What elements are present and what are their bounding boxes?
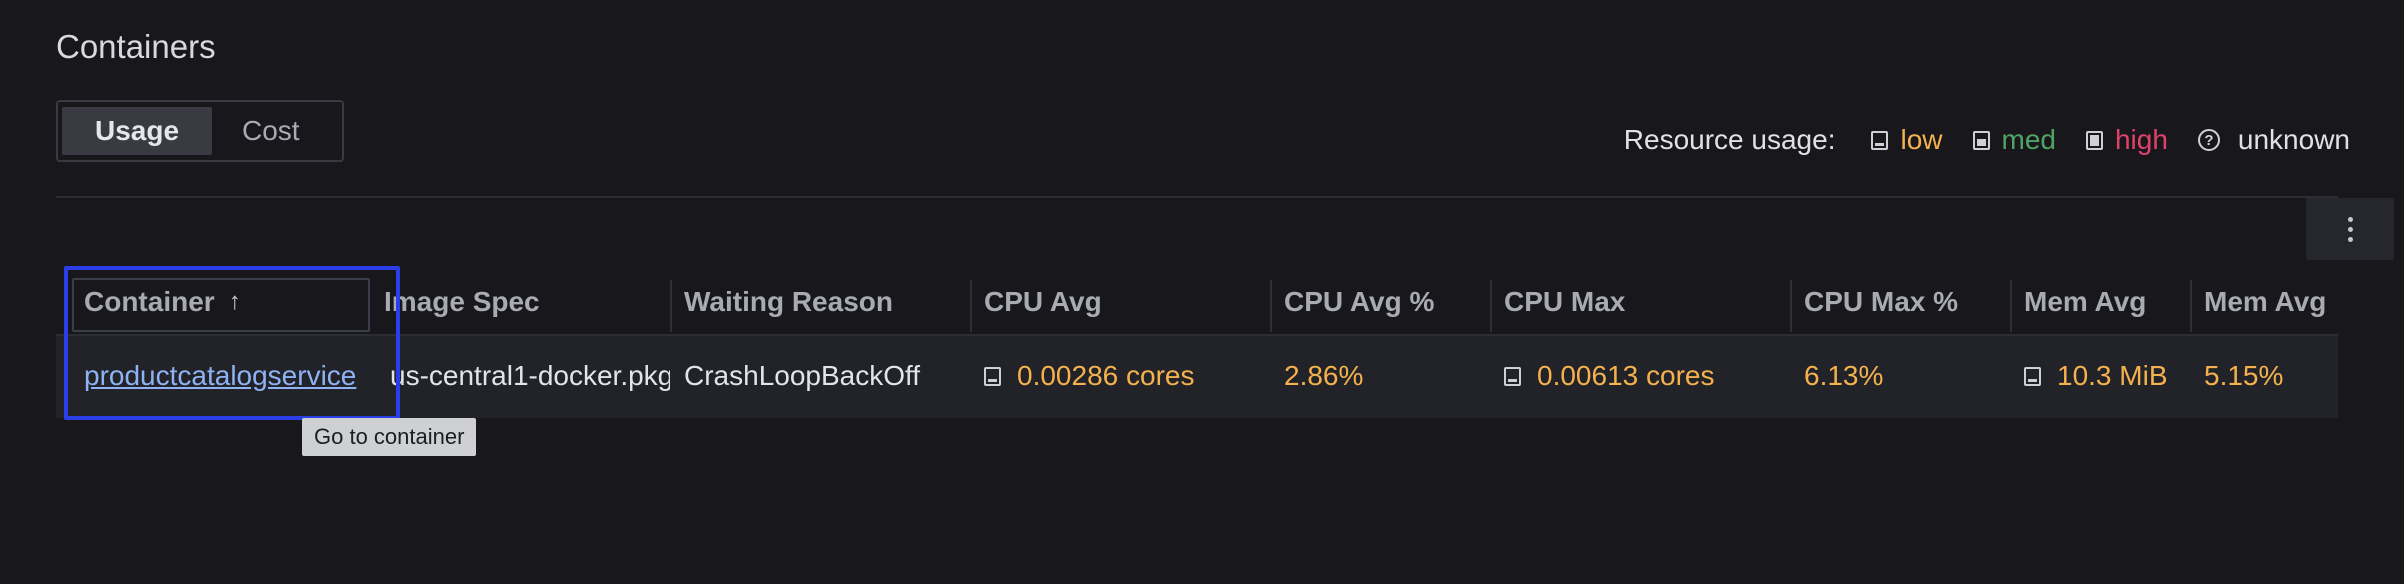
legend-label: Resource usage: (1623, 124, 1836, 155)
column-resize-handle[interactable] (2190, 280, 2192, 332)
table-row: productcatalogservice us-central1-docker… (56, 334, 2338, 418)
table-header: Container ↑ Image Spec Waiting Reason CP… (56, 272, 2338, 332)
legend-item-high: high (2085, 124, 2168, 156)
legend-low-label: low (1900, 124, 1943, 155)
help-circle-icon: ? (2197, 129, 2220, 151)
column-resize-handle[interactable] (1490, 280, 1492, 332)
waiting-reason-value: CrashLoopBackOff (684, 360, 921, 391)
mem-avg-pct-cell: 5.15% (2204, 336, 2338, 416)
column-resize-handle[interactable] (2010, 280, 2012, 332)
cpu-avg-value: 0.00286 cores (1017, 360, 1195, 391)
mem-avg-value: 10.3 MiB (2057, 360, 2168, 391)
usage-low-icon (2024, 366, 2041, 386)
image-spec-value: us-central1-docker.pkg.dev (390, 360, 670, 391)
cpu-max-cell: 0.00613 cores (1504, 336, 1784, 416)
usage-low-icon (984, 366, 1001, 386)
image-spec-cell: us-central1-docker.pkg.dev (390, 336, 670, 416)
legend-med-label: med (2001, 124, 2056, 155)
column-header-container[interactable]: Container ↑ (84, 272, 374, 332)
column-resize-handle[interactable] (670, 280, 672, 332)
legend-unknown-label: unknown (2237, 124, 2350, 155)
resource-usage-legend: Resource usage: low med high ? unknown (1624, 124, 2350, 156)
column-header-image-spec[interactable]: Image Spec (384, 272, 664, 332)
usage-med-icon (1972, 130, 1990, 150)
column-resize-handle[interactable] (970, 280, 972, 332)
container-link[interactable]: productcatalogservice (84, 360, 356, 392)
tooltip: Go to container (302, 418, 477, 456)
tab-cost[interactable]: Cost (212, 107, 330, 155)
cpu-max-pct-value: 6.13% (1804, 360, 1884, 391)
tab-usage[interactable]: Usage (62, 107, 212, 155)
more-vertical-icon (2347, 216, 2353, 242)
containers-panel: Containers Usage Cost Resource usage: lo… (0, 0, 2404, 584)
section-title: Containers (56, 28, 216, 65)
legend-item-unknown: ? unknown (2197, 124, 2350, 156)
view-tabs: Usage Cost (56, 100, 344, 162)
mem-avg-pct-value: 5.15% (2204, 360, 2284, 391)
column-header-mem-avg[interactable]: Mem Avg (2024, 272, 2184, 332)
column-header-cpu-max[interactable]: CPU Max (1504, 272, 1784, 332)
cpu-max-pct-cell: 6.13% (1804, 336, 2004, 416)
containers-table: Container ↑ Image Spec Waiting Reason CP… (56, 272, 2338, 418)
legend-high-label: high (2114, 124, 2168, 155)
cpu-avg-cell: 0.00286 cores (984, 336, 1264, 416)
cpu-avg-pct-cell: 2.86% (1284, 336, 1484, 416)
column-header-cpu-max-pct[interactable]: CPU Max % (1804, 272, 2004, 332)
column-header-cpu-avg-pct[interactable]: CPU Avg % (1284, 272, 1484, 332)
legend-item-low: low (1871, 124, 1943, 156)
waiting-reason-cell: CrashLoopBackOff (684, 336, 964, 416)
legend-item-med: med (1972, 124, 2056, 156)
container-cell: productcatalogservice (84, 336, 388, 416)
cpu-avg-pct-value: 2.86% (1284, 360, 1364, 391)
column-header-mem-avg-pct[interactable]: Mem Avg (2204, 272, 2338, 332)
mem-avg-cell: 10.3 MiB (2024, 336, 2190, 416)
column-header-waiting-reason[interactable]: Waiting Reason (684, 272, 964, 332)
usage-high-icon (2085, 130, 2103, 150)
divider (56, 196, 2338, 198)
table-options-button[interactable] (2306, 198, 2394, 260)
usage-low-icon (1504, 366, 1521, 386)
sort-ascending-icon: ↑ (228, 288, 241, 315)
column-header-cpu-avg[interactable]: CPU Avg (984, 272, 1264, 332)
column-resize-handle[interactable] (1790, 280, 1792, 332)
column-resize-handle[interactable] (1270, 280, 1272, 332)
cpu-max-value: 0.00613 cores (1537, 360, 1715, 391)
usage-low-icon (1871, 130, 1889, 150)
column-header-label: Container (84, 286, 215, 317)
